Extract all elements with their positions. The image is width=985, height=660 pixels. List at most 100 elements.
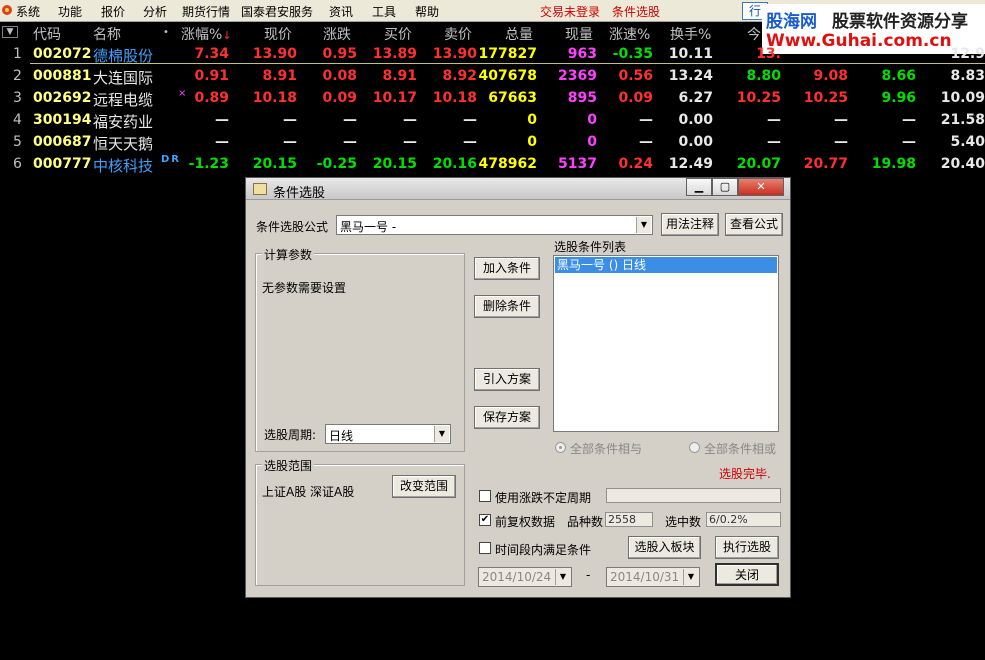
maximize-button[interactable]: ▢ (712, 178, 738, 196)
select-range-title: 选股范围 (262, 457, 315, 474)
period-select[interactable]: 日线 ▼ (325, 424, 451, 444)
chevron-down-icon[interactable]: ▼ (683, 569, 698, 585)
execute-select-button[interactable]: 执行选股 (715, 536, 779, 559)
cell-name: 中核科技 (93, 157, 154, 175)
header-change[interactable]: 涨跌 (323, 24, 351, 44)
cell-price: 13.90 (252, 46, 297, 62)
formula-value: 黑马一号 - (340, 220, 397, 234)
cell-change-pct: -1.23 (188, 156, 229, 172)
radio-or[interactable] (689, 442, 700, 453)
cell-change: — (343, 112, 357, 128)
menu-system[interactable]: 系统 (16, 3, 40, 20)
header-turnover[interactable]: 换手% (670, 24, 711, 44)
table-row[interactable]: 6 000777 中核科技 DR -1.23 20.15 -0.25 20.15 20.16 47… (0, 154, 985, 176)
menu-help[interactable]: 帮助 (415, 3, 439, 20)
menu-gtja-service[interactable]: 国泰君安服务 (241, 3, 313, 20)
cell-code: 000881 (33, 68, 92, 84)
select-range-group: 选股范围 上证A股 深证A股 改变范围 (255, 457, 465, 586)
cell-today-open: — (767, 134, 781, 150)
cell-high: 20.77 (803, 156, 848, 172)
cell-prev-close: 8.83 (950, 68, 985, 84)
cell-speed: — (639, 112, 653, 128)
minimize-button[interactable]: ▁ (686, 178, 712, 196)
add-to-block-button[interactable]: 选股入板块 (628, 536, 701, 559)
table-row[interactable]: 2 000881 大连国际 0.91 8.91 0.08 8.91 8.92 407678 236… (0, 66, 985, 88)
table-row[interactable]: 5 000687 恒天天鹅 — — — — — 0 0 — 0.00 — — — 5.40 (0, 132, 985, 154)
cell-name: 恒天天鹅 (93, 135, 154, 153)
menu-news[interactable]: 资讯 (329, 3, 353, 20)
cell-change-pct: — (215, 134, 229, 150)
dialog-titlebar[interactable]: 条件选股 ▁ ▢ ✕ (246, 178, 790, 201)
menu-futures[interactable]: 期货行情 (182, 3, 230, 20)
cell-prev-close: 12.9 (950, 46, 985, 62)
save-scheme-button[interactable]: 保存方案 (474, 406, 540, 429)
usage-note-button[interactable]: 用法注释 (661, 213, 719, 236)
date-separator: - (586, 568, 591, 582)
header-bid[interactable]: 买价 (384, 24, 412, 44)
close-button[interactable]: 关闭 (715, 563, 779, 586)
cell-ask: 13.90 (432, 46, 477, 62)
cell-prev-close: 20.40 (940, 156, 985, 172)
cell-speed: — (639, 134, 653, 150)
chevron-down-icon[interactable]: ▼ (555, 569, 570, 585)
radio-and[interactable] (555, 442, 566, 453)
list-item[interactable]: 黑马一号 () 日线 (555, 257, 777, 273)
use-variable-period-checkbox[interactable] (479, 490, 491, 502)
cell-current-volume: 895 (567, 90, 597, 106)
header-change-pct[interactable]: 涨幅%↓ (181, 24, 232, 44)
cell-high: — (834, 134, 848, 150)
calc-params-group: 计算参数 无参数需要设置 选股周期: 日线 ▼ (255, 246, 465, 452)
chevron-down-icon[interactable]: ▼ (636, 217, 651, 233)
cell-ask: 10.18 (432, 90, 477, 106)
condition-list[interactable]: 黑马一号 () 日线 (553, 255, 779, 432)
header-ask[interactable]: 卖价 (444, 24, 472, 44)
header-volume[interactable]: 总量 (505, 24, 533, 44)
cell-low: 9.96 (881, 90, 916, 106)
time-range-label: 时间段内满足条件 (495, 543, 592, 557)
header-price[interactable]: 现价 (264, 24, 292, 44)
date-to-picker[interactable]: 2014/10/31 ▼ (606, 567, 700, 587)
cell-volume: 0 (527, 134, 537, 150)
table-row[interactable]: 4 300194 福安药业 — — — — — 0 0 — 0.00 — — — 21.58 (0, 110, 985, 132)
close-window-button[interactable]: ✕ (738, 178, 784, 196)
header-speed[interactable]: 涨速% (609, 24, 650, 44)
cell-code: 000777 (33, 156, 92, 172)
import-scheme-button[interactable]: 引入方案 (474, 368, 540, 391)
cell-price: 20.15 (252, 156, 297, 172)
trade-login-status[interactable]: 交易未登录 (540, 3, 600, 20)
cell-bid: 10.17 (372, 90, 417, 106)
header-name[interactable]: 名称 (93, 24, 121, 44)
cell-change-pct: 0.91 (194, 68, 229, 84)
header-code[interactable]: 代码 (33, 24, 61, 44)
chevron-down-icon[interactable]: ▼ (434, 426, 449, 442)
menu-analysis[interactable]: 分析 (143, 3, 167, 20)
menu-function[interactable]: 功能 (58, 3, 82, 20)
view-formula-button[interactable]: 查看公式 (725, 213, 783, 236)
menu-tools[interactable]: 工具 (372, 3, 396, 20)
selected-label: 选中数 (665, 515, 702, 529)
table-row[interactable]: 3 002692 远程电缆 × 0.89 10.18 0.09 10.17 10.18 67663… (0, 88, 985, 110)
cell-low: 19.98 (871, 156, 916, 172)
header-today[interactable]: 今 (747, 24, 761, 44)
row-index: 4 (13, 112, 22, 128)
header-current-volume[interactable]: 现量 (565, 24, 593, 44)
delete-condition-button[interactable]: 删除条件 (474, 295, 540, 318)
cell-prev-close: 10.09 (940, 90, 985, 106)
add-condition-button[interactable]: 加入条件 (474, 257, 540, 280)
cell-change-pct: 0.89 (194, 90, 229, 106)
date-from-picker[interactable]: 2014/10/24 ▼ (478, 567, 572, 587)
forward-adjust-checkbox[interactable]: ✔ (479, 514, 491, 526)
cell-change-pct: — (215, 112, 229, 128)
row-index: 6 (13, 156, 22, 172)
change-range-button[interactable]: 改变范围 (392, 475, 456, 498)
condition-select-status[interactable]: 条件选股 (612, 3, 660, 20)
cell-turnover: 6.27 (678, 90, 713, 106)
menu-quote[interactable]: 报价 (101, 3, 125, 20)
formula-select[interactable]: 黑马一号 - ▼ (336, 215, 653, 235)
column-menu-icon[interactable]: ▼ (2, 26, 18, 38)
dialog-title: 条件选股 (273, 186, 326, 201)
cell-bid: 8.91 (382, 68, 417, 84)
cell-prev-close: 21.58 (940, 112, 985, 128)
cell-code: 000687 (33, 134, 92, 150)
time-range-checkbox[interactable] (479, 542, 491, 554)
